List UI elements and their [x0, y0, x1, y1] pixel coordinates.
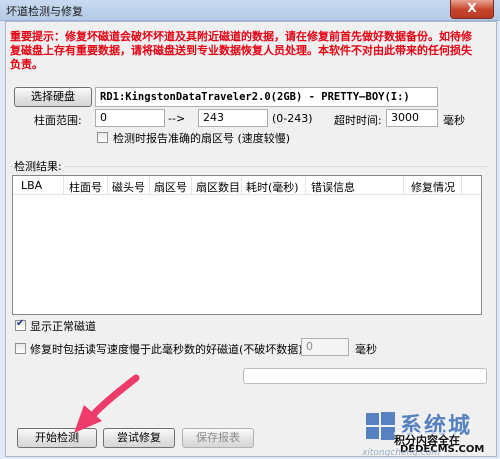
windows-logo-icon	[366, 412, 395, 440]
repair-slow-checkbox[interactable]	[15, 343, 26, 354]
column-separator[interactable]	[461, 176, 462, 194]
range-arrow: -->	[168, 112, 186, 125]
cylinder-to-input[interactable]: 243	[198, 109, 268, 127]
window-title: 坏道检测与修复	[6, 5, 83, 18]
column-separator[interactable]	[241, 176, 242, 194]
watermark-site: xitongcheng.com	[362, 448, 440, 458]
selected-disk-field: RD1:KingstonDataTraveler2.0(2GB) - PRETT…	[95, 87, 438, 107]
show-normal-checkbox[interactable]	[15, 318, 26, 331]
timeout-unit: 毫秒	[443, 114, 465, 127]
column-separator[interactable]	[403, 176, 404, 194]
column-separator[interactable]	[305, 176, 306, 194]
range-hint: (0-243)	[272, 112, 313, 125]
column-sector-count[interactable]: 扇区数目	[196, 179, 240, 195]
column-sector[interactable]: 扇区号	[154, 179, 187, 195]
cylinder-from-input[interactable]: 0	[95, 109, 165, 127]
column-repair-status[interactable]: 修复情况	[411, 179, 455, 195]
timeout-input[interactable]: 3000	[386, 109, 438, 127]
column-lba[interactable]: LBA	[21, 179, 42, 192]
report-sector-checkbox[interactable]	[97, 132, 108, 143]
column-separator[interactable]	[149, 176, 150, 194]
repair-slow-label: 修复时包括读写速度慢于此毫秒数的好磁道(不破坏数据):	[30, 343, 307, 356]
timeout-label: 超时时间:	[334, 114, 382, 127]
start-scan-button[interactable]: 开始检测	[17, 428, 97, 448]
column-separator[interactable]	[63, 176, 64, 194]
group-divider	[10, 166, 488, 167]
report-sector-label: 检测时报告准确的扇区号 (速度较慢)	[113, 132, 291, 145]
results-header: LBA 柱面号 磁头号 扇区号 扇区数目 耗时(毫秒) 错误信息 修复情况	[13, 176, 481, 195]
column-separator[interactable]	[191, 176, 192, 194]
column-error[interactable]: 错误信息	[311, 179, 355, 195]
progress-bar	[243, 368, 487, 384]
repair-slow-input[interactable]: 0	[301, 338, 349, 356]
column-head[interactable]: 磁头号	[112, 179, 145, 195]
try-repair-button[interactable]: 尝试修复	[103, 428, 175, 448]
title-bar: 坏道检测与修复 X	[0, 0, 500, 21]
cylinder-range-label: 柱面范围:	[34, 114, 82, 127]
repair-slow-unit: 毫秒	[355, 343, 377, 356]
column-time[interactable]: 耗时(毫秒)	[246, 179, 299, 195]
column-separator[interactable]	[107, 176, 108, 194]
show-normal-label: 显示正常磁道	[30, 320, 96, 333]
results-label: 检测结果:	[14, 158, 64, 174]
save-report-button[interactable]: 保存报表	[182, 428, 254, 448]
watermark-logo: 系统城 积分内容全在 DEDECMS.COM xitongcheng.com	[360, 408, 496, 458]
close-button[interactable]: X	[450, 0, 494, 19]
select-disk-button[interactable]: 选择硬盘	[14, 87, 92, 107]
column-cylinder[interactable]: 柱面号	[69, 179, 102, 195]
results-list[interactable]: LBA 柱面号 磁头号 扇区号 扇区数目 耗时(毫秒) 错误信息 修复情况	[12, 175, 482, 315]
warning-text: 重要提示：修复坏磁道会破坏坏道及其附近磁道的数据，请在修复前首先做好数据备份。如…	[10, 30, 472, 71]
